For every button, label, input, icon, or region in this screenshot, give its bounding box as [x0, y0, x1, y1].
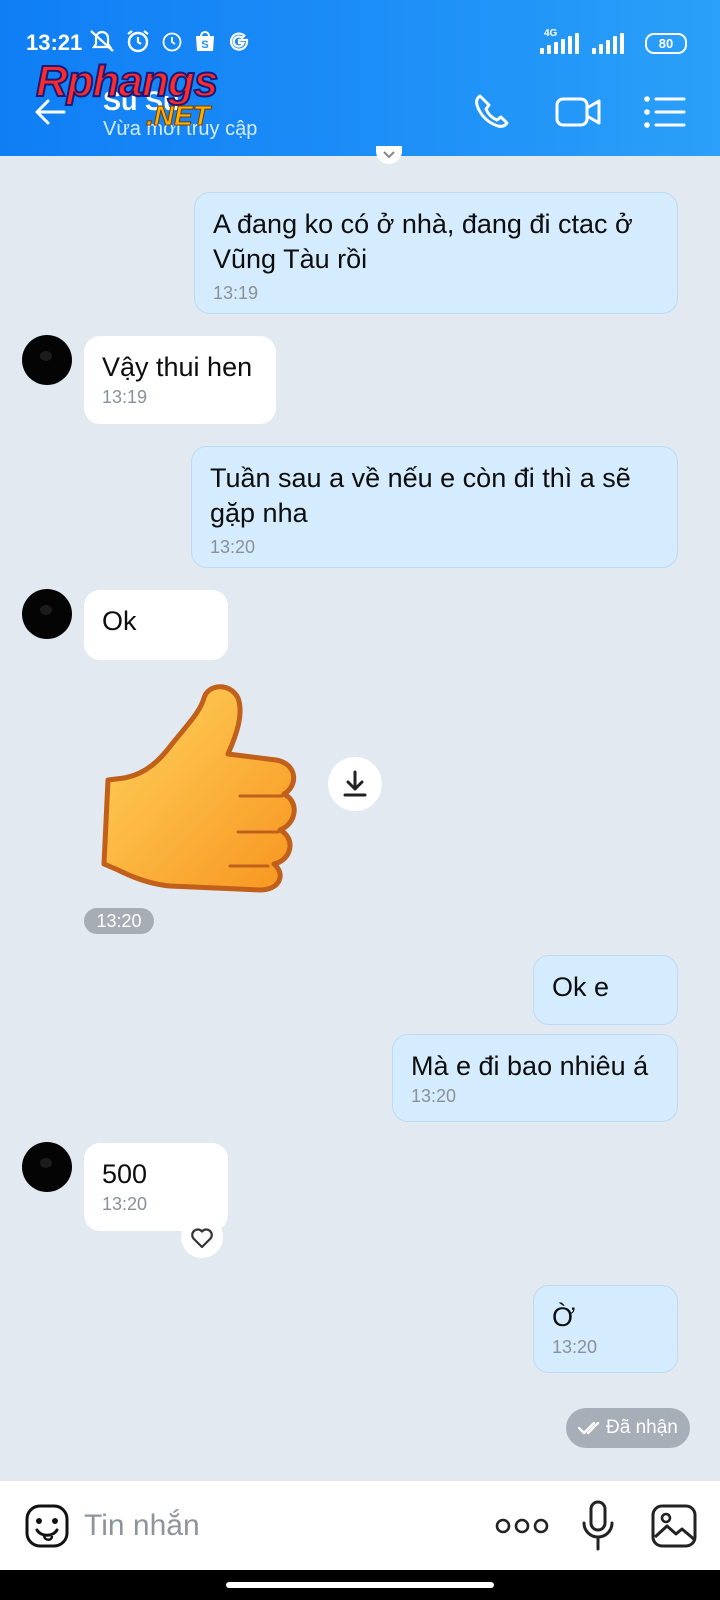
- message-bubble-outgoing[interactable]: Mà e đi bao nhiêu á 13:20: [392, 1034, 678, 1122]
- message-text: Tuần sau a về nếu e còn đi thì a sẽ gặp n…: [210, 463, 631, 528]
- svg-text:S: S: [201, 39, 208, 51]
- thumbs-up-sticker[interactable]: [100, 684, 300, 894]
- watermark-main: Rphangs: [35, 57, 219, 107]
- menu-button[interactable]: [642, 88, 690, 136]
- message-text: Vậy thui hen: [102, 352, 253, 382]
- received-status-text: Đã nhận: [606, 1417, 678, 1438]
- chevron-down-icon: [383, 151, 395, 159]
- message-time: 13:20: [552, 1337, 598, 1357]
- signal-2-icon: [592, 32, 628, 54]
- alarm-icon: [124, 28, 152, 59]
- emoji-icon: [25, 1504, 69, 1548]
- watermark-logo: Rphangs .NET: [35, 57, 219, 132]
- battery-indicator: 80: [645, 33, 687, 54]
- message-bubble-incoming[interactable]: Vậy thui hen 13:19: [84, 336, 276, 424]
- emoji-button[interactable]: [24, 1503, 70, 1549]
- message-text: 500: [102, 1159, 148, 1189]
- chat-header: 13:21 S 4G 80 Su Su Vừa mới truy cập Rph…: [0, 0, 720, 156]
- more-button[interactable]: [494, 1513, 550, 1539]
- google-icon: [226, 28, 252, 59]
- alarm-outline-icon: [159, 28, 185, 59]
- message-bubble-incoming[interactable]: Ok: [84, 590, 228, 660]
- shopee-icon: S: [192, 28, 218, 59]
- scroll-up-button[interactable]: [376, 146, 402, 164]
- mute-bell-icon: [88, 28, 116, 59]
- avatar[interactable]: [22, 589, 72, 639]
- message-text: Ờ: [552, 1302, 576, 1332]
- received-status-badge: Đã nhận: [566, 1408, 690, 1448]
- image-button[interactable]: [650, 1503, 698, 1549]
- message-bubble-outgoing[interactable]: A đang ko có ở nhà, đang đi ctac ở Vũng T…: [194, 192, 678, 314]
- avatar[interactable]: [22, 335, 72, 385]
- message-text: A đang ko có ở nhà, đang đi ctac ở Vũng T…: [213, 209, 633, 274]
- phone-icon: [475, 94, 509, 128]
- video-call-icon: [555, 97, 601, 127]
- status-time: 13:21: [26, 30, 83, 55]
- message-time: 13:20: [102, 1194, 148, 1214]
- video-call-button[interactable]: [554, 88, 604, 136]
- message-bubble-outgoing[interactable]: Ờ 13:20: [533, 1285, 678, 1373]
- message-time: 13:20: [411, 1086, 457, 1106]
- react-button[interactable]: [181, 1216, 223, 1258]
- message-text: Ok e: [552, 972, 610, 1002]
- thumbs-up-icon: [101, 684, 297, 893]
- message-bubble-outgoing[interactable]: Tuần sau a về nếu e còn đi thì a sẽ gặp n…: [191, 446, 678, 568]
- navigation-bar: [0, 1570, 720, 1600]
- microphone-icon: [582, 1500, 614, 1551]
- message-composer: [0, 1480, 720, 1571]
- image-icon: [651, 1504, 697, 1548]
- message-bubble-outgoing[interactable]: Ok e: [533, 955, 678, 1025]
- message-input[interactable]: [84, 1501, 464, 1551]
- message-time: 13:19: [213, 283, 259, 303]
- download-button[interactable]: [328, 757, 382, 811]
- menu-list-icon: [644, 96, 686, 128]
- message-text: Mà e đi bao nhiêu á: [411, 1051, 649, 1081]
- avatar[interactable]: [22, 1142, 72, 1192]
- message-time: 13:19: [102, 387, 148, 407]
- sticker-time: 13:20: [84, 908, 154, 934]
- home-handle[interactable]: [226, 1582, 494, 1588]
- double-check-icon: [578, 1421, 600, 1435]
- heart-icon: [191, 1228, 213, 1249]
- more-icon: [495, 1518, 549, 1534]
- message-text: Ok: [102, 606, 137, 636]
- message-time: 13:20: [210, 537, 256, 557]
- call-button[interactable]: [468, 88, 516, 136]
- watermark-sub: .NET: [146, 100, 211, 132]
- download-icon: [343, 770, 367, 797]
- voice-button[interactable]: [580, 1499, 616, 1553]
- signal-1-icon: [540, 32, 584, 54]
